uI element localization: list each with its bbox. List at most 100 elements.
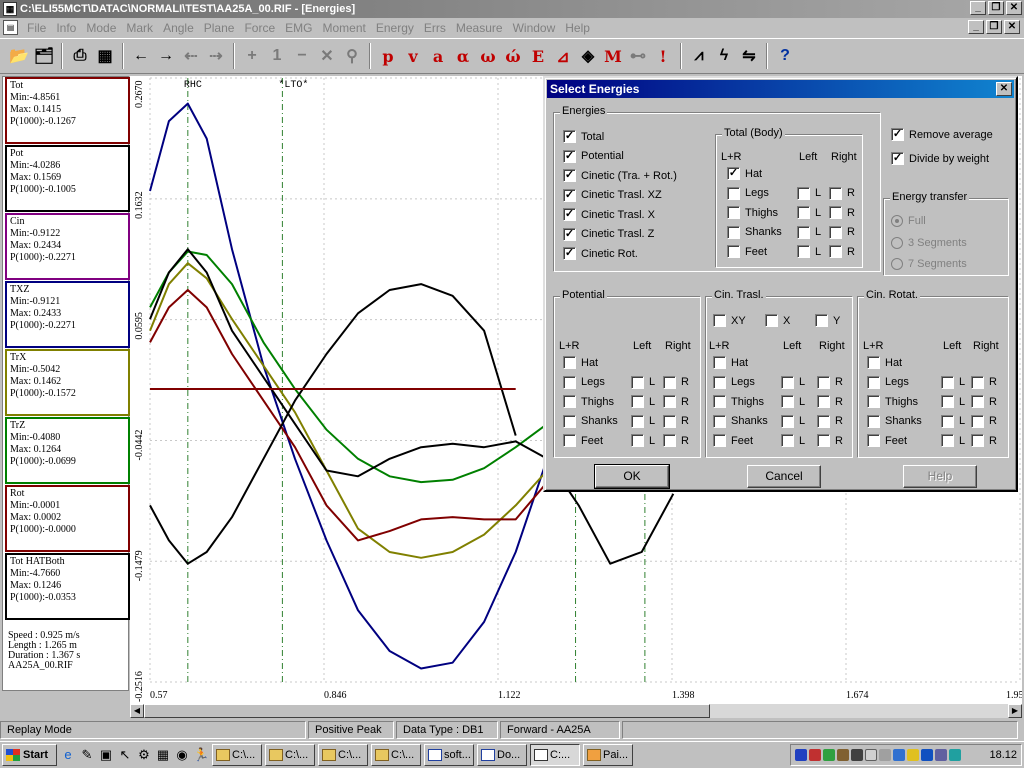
runner-icon[interactable]: 🏃	[193, 747, 209, 763]
cin-trasl-right-checkbox[interactable]: R	[817, 375, 843, 389]
scroll-left-icon[interactable]: ◀	[130, 704, 144, 718]
task-word-soft[interactable]: soft...	[424, 744, 474, 766]
open-multi-icon[interactable]: 🗂	[33, 45, 55, 67]
checkbox-box[interactable]	[563, 375, 576, 389]
checkbox-box[interactable]	[631, 395, 644, 408]
cin-trasl-part-checkbox[interactable]: Feet	[713, 434, 753, 447]
checkbox-box[interactable]	[797, 206, 810, 219]
menu-mark[interactable]: Mark	[121, 21, 158, 35]
energy-checkbox[interactable]: ✓ Cinetic Trasl. Z	[563, 227, 654, 241]
checkbox-box[interactable]	[727, 206, 740, 219]
checkbox-box[interactable]	[941, 375, 954, 389]
checkbox-box[interactable]	[563, 414, 576, 428]
menu-energy[interactable]: Energy	[371, 21, 419, 35]
total-part-checkbox[interactable]: Feet	[727, 245, 767, 258]
checkbox-box[interactable]	[817, 434, 830, 447]
info-icon[interactable]	[921, 749, 933, 761]
checkbox-box[interactable]: ✓	[563, 247, 576, 260]
cin-rotat-left-checkbox[interactable]: L	[941, 414, 965, 428]
checkbox-box[interactable]	[941, 434, 954, 447]
radio-dot[interactable]	[891, 258, 903, 270]
scheduler-icon[interactable]	[907, 749, 919, 761]
checkbox-box[interactable]	[797, 186, 810, 200]
checkbox-box[interactable]	[663, 375, 676, 389]
help-button[interactable]: Help	[903, 465, 977, 488]
energy-e-icon[interactable]: E	[527, 45, 549, 67]
checkbox-box[interactable]	[713, 434, 726, 447]
checkbox-box[interactable]	[727, 186, 740, 200]
stat-box-cin[interactable]: Cin Min:-0.9122 Max: 0.2434 P(1000):-0.2…	[5, 213, 130, 280]
alpha-icon[interactable]: α	[452, 45, 474, 67]
lightning-icon[interactable]: ϟ	[713, 45, 735, 67]
cin-trasl-left-checkbox[interactable]: L	[781, 414, 805, 428]
diamond-icon[interactable]: ◈	[577, 45, 599, 67]
minimize-button[interactable]: _	[970, 1, 986, 15]
cin-trasl-right-checkbox[interactable]: R	[817, 395, 843, 408]
acceleration-a-icon[interactable]: a	[427, 45, 449, 67]
potential-right-checkbox[interactable]: R	[663, 395, 689, 408]
potential-right-checkbox[interactable]: R	[663, 375, 689, 389]
cin-rotat-part-checkbox[interactable]: Thighs	[867, 395, 918, 408]
arrow-left-gray-icon[interactable]: ⇠	[180, 45, 202, 67]
position-p-icon[interactable]: p	[377, 45, 399, 67]
total-left-checkbox[interactable]: L	[797, 206, 821, 219]
scroll-thumb[interactable]	[144, 704, 710, 718]
task-folder-4[interactable]: C:\...	[371, 744, 421, 766]
cin-trasl-left-checkbox[interactable]: L	[781, 395, 805, 408]
energy-checkbox[interactable]: ✓ Cinetic Trasl. X	[563, 208, 655, 221]
network-icon[interactable]	[823, 749, 835, 761]
potential-part-checkbox[interactable]: Feet	[563, 434, 603, 447]
menu-window[interactable]: Window	[508, 21, 561, 35]
plus-icon[interactable]: +	[241, 45, 263, 67]
ok-button[interactable]: OK	[594, 464, 670, 489]
checkbox-box[interactable]	[941, 414, 954, 428]
cin-rotat-part-checkbox[interactable]: Shanks	[867, 414, 922, 428]
document-icon[interactable]: ▤	[3, 20, 18, 35]
total-left-checkbox[interactable]: L	[797, 186, 821, 200]
checkbox-box[interactable]	[867, 434, 880, 447]
open-icon[interactable]: 📂	[8, 45, 30, 67]
cin-rotat-right-checkbox[interactable]: R	[971, 434, 997, 447]
checkbox-box[interactable]: ✓	[563, 169, 576, 182]
doc-restore-button[interactable]: ❐	[986, 20, 1002, 34]
total-right-checkbox[interactable]: R	[829, 206, 855, 219]
energy-checkbox[interactable]: ✓ Cinetic Trasl. XZ	[563, 188, 662, 202]
eye-icon[interactable]: ◉	[174, 747, 190, 763]
velocity-v-icon[interactable]: v	[402, 45, 424, 67]
task-word-doc[interactable]: Do...	[477, 744, 527, 766]
total-part-checkbox[interactable]: Thighs	[727, 206, 778, 219]
emg-wave-icon[interactable]: ⩘	[688, 45, 710, 67]
eye-tray-icon[interactable]	[893, 749, 905, 761]
y-checkbox[interactable]: Y	[815, 314, 840, 327]
checkbox-box[interactable]	[781, 434, 794, 447]
checkbox-box[interactable]	[631, 434, 644, 447]
cin-trasl-left-checkbox[interactable]: L	[781, 434, 805, 447]
mouse-icon[interactable]	[865, 749, 877, 761]
potential-part-checkbox[interactable]: Hat	[563, 356, 598, 369]
task-paint[interactable]: Pai...	[583, 744, 633, 766]
print-icon[interactable]: ⎙	[69, 45, 91, 67]
checkbox-box[interactable]	[829, 186, 842, 200]
outlook-icon[interactable]: ✎	[79, 747, 95, 763]
cin-trasl-left-checkbox[interactable]: L	[781, 375, 805, 389]
stat-box-txz[interactable]: TXZ Min:-0.9121 Max: 0.2433 P(1000):-0.2…	[5, 281, 130, 348]
divide-by-weight-checkbox[interactable]: ✓ Divide by weight	[891, 152, 989, 165]
checkbox-box[interactable]	[781, 414, 794, 428]
checkbox-box[interactable]	[727, 225, 740, 239]
menu-info[interactable]: Info	[51, 21, 81, 35]
scroll-right-icon[interactable]: ▶	[1008, 704, 1022, 718]
checkbox-box[interactable]	[727, 245, 740, 258]
checkbox-box[interactable]	[563, 356, 576, 369]
transfer-7seg-radio[interactable]: 7 Segments	[891, 258, 967, 270]
menu-measure[interactable]: Measure	[451, 21, 508, 35]
transfer-full-radio[interactable]: Full	[891, 215, 926, 227]
menu-plane[interactable]: Plane	[199, 21, 240, 35]
monitor-icon[interactable]	[851, 749, 863, 761]
checkbox-box[interactable]	[781, 395, 794, 408]
energy-checkbox[interactable]: ✓ Cinetic Rot.	[563, 247, 638, 260]
energy-checkbox[interactable]: ✓ Cinetic (Tra. + Rot.)	[563, 169, 677, 182]
checkbox-box[interactable]: ✓	[891, 152, 904, 165]
cin-trasl-part-checkbox[interactable]: Thighs	[713, 395, 764, 408]
menu-help[interactable]: Help	[560, 21, 595, 35]
desktop-icon[interactable]: ▣	[98, 747, 114, 763]
